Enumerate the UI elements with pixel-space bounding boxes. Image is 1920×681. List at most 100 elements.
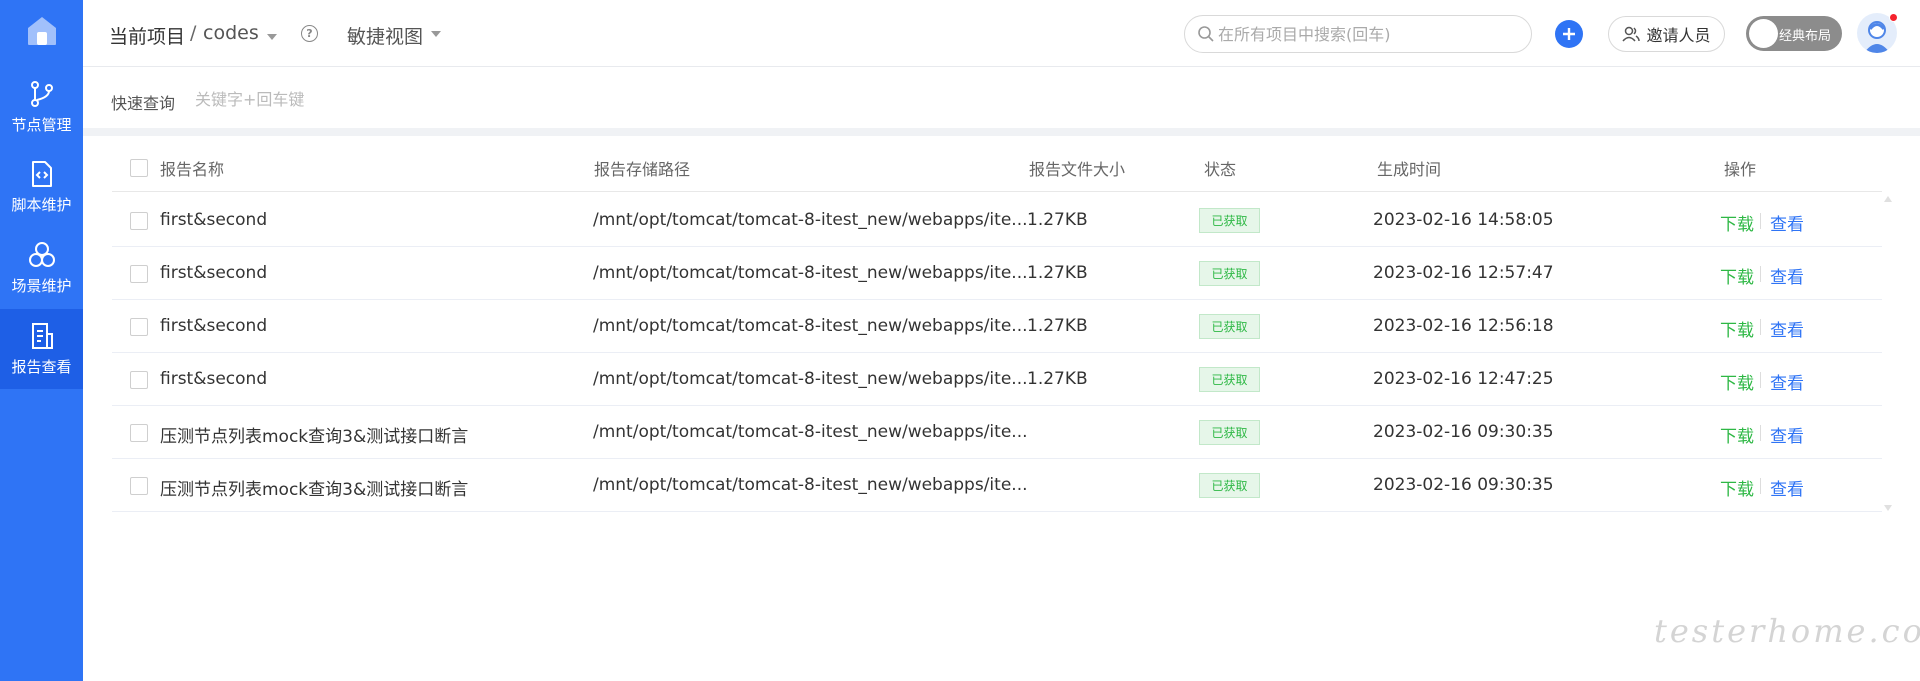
- report-time: 2023-02-16 09:30:35: [1373, 475, 1554, 495]
- report-path: /mnt/opt/tomcat/tomcat-8-itest_new/webap…: [593, 475, 1028, 495]
- row-checkbox[interactable]: [130, 265, 148, 283]
- select-all-checkbox[interactable]: [130, 159, 148, 177]
- search-icon: [1198, 26, 1214, 42]
- view-link[interactable]: 查看: [1770, 263, 1804, 288]
- chevron-down-icon[interactable]: [267, 34, 277, 40]
- invite-members-button[interactable]: 邀请人员: [1608, 16, 1725, 52]
- download-link[interactable]: 下载: [1720, 210, 1754, 235]
- app-root: 节点管理 脚本维护 场景维护 报告查看 当前项目 / codes ? 敏捷视图 …: [0, 0, 1920, 681]
- add-button[interactable]: [1555, 20, 1583, 48]
- home-logo[interactable]: [0, 0, 83, 62]
- table-row: 压测节点列表mock查询3&测试接口断言 /mnt/opt/tomcat/tom…: [112, 459, 1882, 512]
- sidebar: 节点管理 脚本维护 场景维护 报告查看: [0, 0, 83, 681]
- agile-view-selector[interactable]: 敏捷视图: [347, 22, 423, 49]
- report-time: 2023-02-16 09:30:35: [1373, 422, 1554, 442]
- action-divider: [1760, 372, 1761, 388]
- row-checkbox[interactable]: [130, 371, 148, 389]
- sidebar-item-label: 场景维护: [11, 276, 72, 295]
- toggle-knob: [1749, 19, 1778, 48]
- column-header-status: 状态: [1204, 160, 1237, 179]
- scroll-up-arrow[interactable]: [1884, 196, 1892, 202]
- action-divider: [1760, 425, 1761, 441]
- quick-query-bar: 快速查询: [83, 68, 1920, 128]
- section-divider: [83, 128, 1920, 136]
- status-badge: 已获取: [1199, 473, 1260, 498]
- report-name: first&second: [160, 369, 268, 389]
- sidebar-item-label: 报告查看: [11, 357, 72, 376]
- row-checkbox[interactable]: [130, 318, 148, 336]
- report-path: /mnt/opt/tomcat/tomcat-8-itest_new/webap…: [593, 369, 1028, 389]
- help-icon[interactable]: ?: [301, 25, 318, 42]
- action-divider: [1760, 478, 1761, 494]
- action-divider: [1760, 319, 1761, 335]
- view-link[interactable]: 查看: [1770, 316, 1804, 341]
- view-link[interactable]: 查看: [1770, 475, 1804, 500]
- user-avatar-icon: [1864, 21, 1890, 53]
- watermark: testerhome.com: [1654, 612, 1920, 650]
- report-time: 2023-02-16 12:56:18: [1373, 316, 1554, 336]
- report-size: 1.27KB: [1027, 210, 1088, 230]
- report-size: 1.27KB: [1027, 369, 1088, 389]
- sidebar-item-node-management[interactable]: 节点管理: [0, 67, 83, 147]
- scene-icon: [28, 241, 55, 267]
- report-name: first&second: [160, 316, 268, 336]
- classic-layout-toggle[interactable]: 经典布局: [1746, 16, 1842, 51]
- action-divider: [1760, 266, 1761, 282]
- project-selector[interactable]: codes: [203, 22, 259, 44]
- table-row: first&second /mnt/opt/tomcat/tomcat-8-it…: [112, 194, 1882, 247]
- download-link[interactable]: 下载: [1720, 369, 1754, 394]
- quick-query-input[interactable]: [195, 84, 495, 114]
- download-link[interactable]: 下载: [1720, 475, 1754, 500]
- sidebar-item-label: 脚本维护: [11, 195, 72, 214]
- notification-dot: [1889, 13, 1898, 22]
- sidebar-item-script-maintenance[interactable]: 脚本维护: [0, 147, 83, 227]
- report-name: first&second: [160, 263, 268, 283]
- report-time: 2023-02-16 12:57:47: [1373, 263, 1554, 283]
- report-path: /mnt/opt/tomcat/tomcat-8-itest_new/webap…: [593, 263, 1028, 283]
- status-badge: 已获取: [1199, 420, 1260, 445]
- report-name: 压测节点列表mock查询3&测试接口断言: [160, 427, 469, 447]
- column-header-actions: 操作: [1724, 160, 1757, 179]
- action-divider: [1760, 213, 1761, 229]
- report-name: first&second: [160, 210, 268, 230]
- sidebar-item-report-view[interactable]: 报告查看: [0, 309, 83, 389]
- row-checkbox[interactable]: [130, 424, 148, 442]
- scroll-down-arrow[interactable]: [1884, 505, 1892, 511]
- table-row: first&second /mnt/opt/tomcat/tomcat-8-it…: [112, 300, 1882, 353]
- column-header-time: 生成时间: [1377, 160, 1442, 179]
- column-header-path: 报告存储路径: [594, 160, 691, 179]
- status-badge: 已获取: [1199, 208, 1260, 233]
- report-time: 2023-02-16 14:58:05: [1373, 210, 1554, 230]
- plus-icon: [1563, 28, 1575, 40]
- view-link[interactable]: 查看: [1770, 422, 1804, 447]
- users-icon: [1622, 26, 1641, 42]
- row-checkbox[interactable]: [130, 212, 148, 230]
- quick-query-label: 快速查询: [111, 94, 176, 113]
- report-name: 压测节点列表mock查询3&测试接口断言: [160, 480, 469, 500]
- report-path: /mnt/opt/tomcat/tomcat-8-itest_new/webap…: [593, 422, 1028, 442]
- report-size: 1.27KB: [1027, 263, 1088, 283]
- sidebar-item-scene-maintenance[interactable]: 场景维护: [0, 228, 83, 308]
- download-link[interactable]: 下载: [1720, 316, 1754, 341]
- report-path: /mnt/opt/tomcat/tomcat-8-itest_new/webap…: [593, 316, 1028, 336]
- code-file-icon: [31, 160, 52, 187]
- download-link[interactable]: 下载: [1720, 422, 1754, 447]
- status-badge: 已获取: [1199, 261, 1260, 286]
- status-badge: 已获取: [1199, 367, 1260, 392]
- global-search: [1184, 15, 1532, 53]
- column-header-size: 报告文件大小: [1029, 160, 1126, 179]
- view-link[interactable]: 查看: [1770, 210, 1804, 235]
- column-header-name: 报告名称: [160, 160, 225, 179]
- table-row: first&second /mnt/opt/tomcat/tomcat-8-it…: [112, 247, 1882, 300]
- download-link[interactable]: 下载: [1720, 263, 1754, 288]
- view-link[interactable]: 查看: [1770, 369, 1804, 394]
- row-checkbox[interactable]: [130, 477, 148, 495]
- report-path: /mnt/opt/tomcat/tomcat-8-itest_new/webap…: [593, 210, 1028, 230]
- home-icon: [27, 17, 56, 45]
- invite-members-label: 邀请人员: [1646, 26, 1711, 45]
- chevron-down-icon[interactable]: [431, 31, 441, 37]
- report-time: 2023-02-16 12:47:25: [1373, 369, 1554, 389]
- report-size: 1.27KB: [1027, 316, 1088, 336]
- search-input[interactable]: [1218, 24, 1518, 44]
- status-badge: 已获取: [1199, 314, 1260, 339]
